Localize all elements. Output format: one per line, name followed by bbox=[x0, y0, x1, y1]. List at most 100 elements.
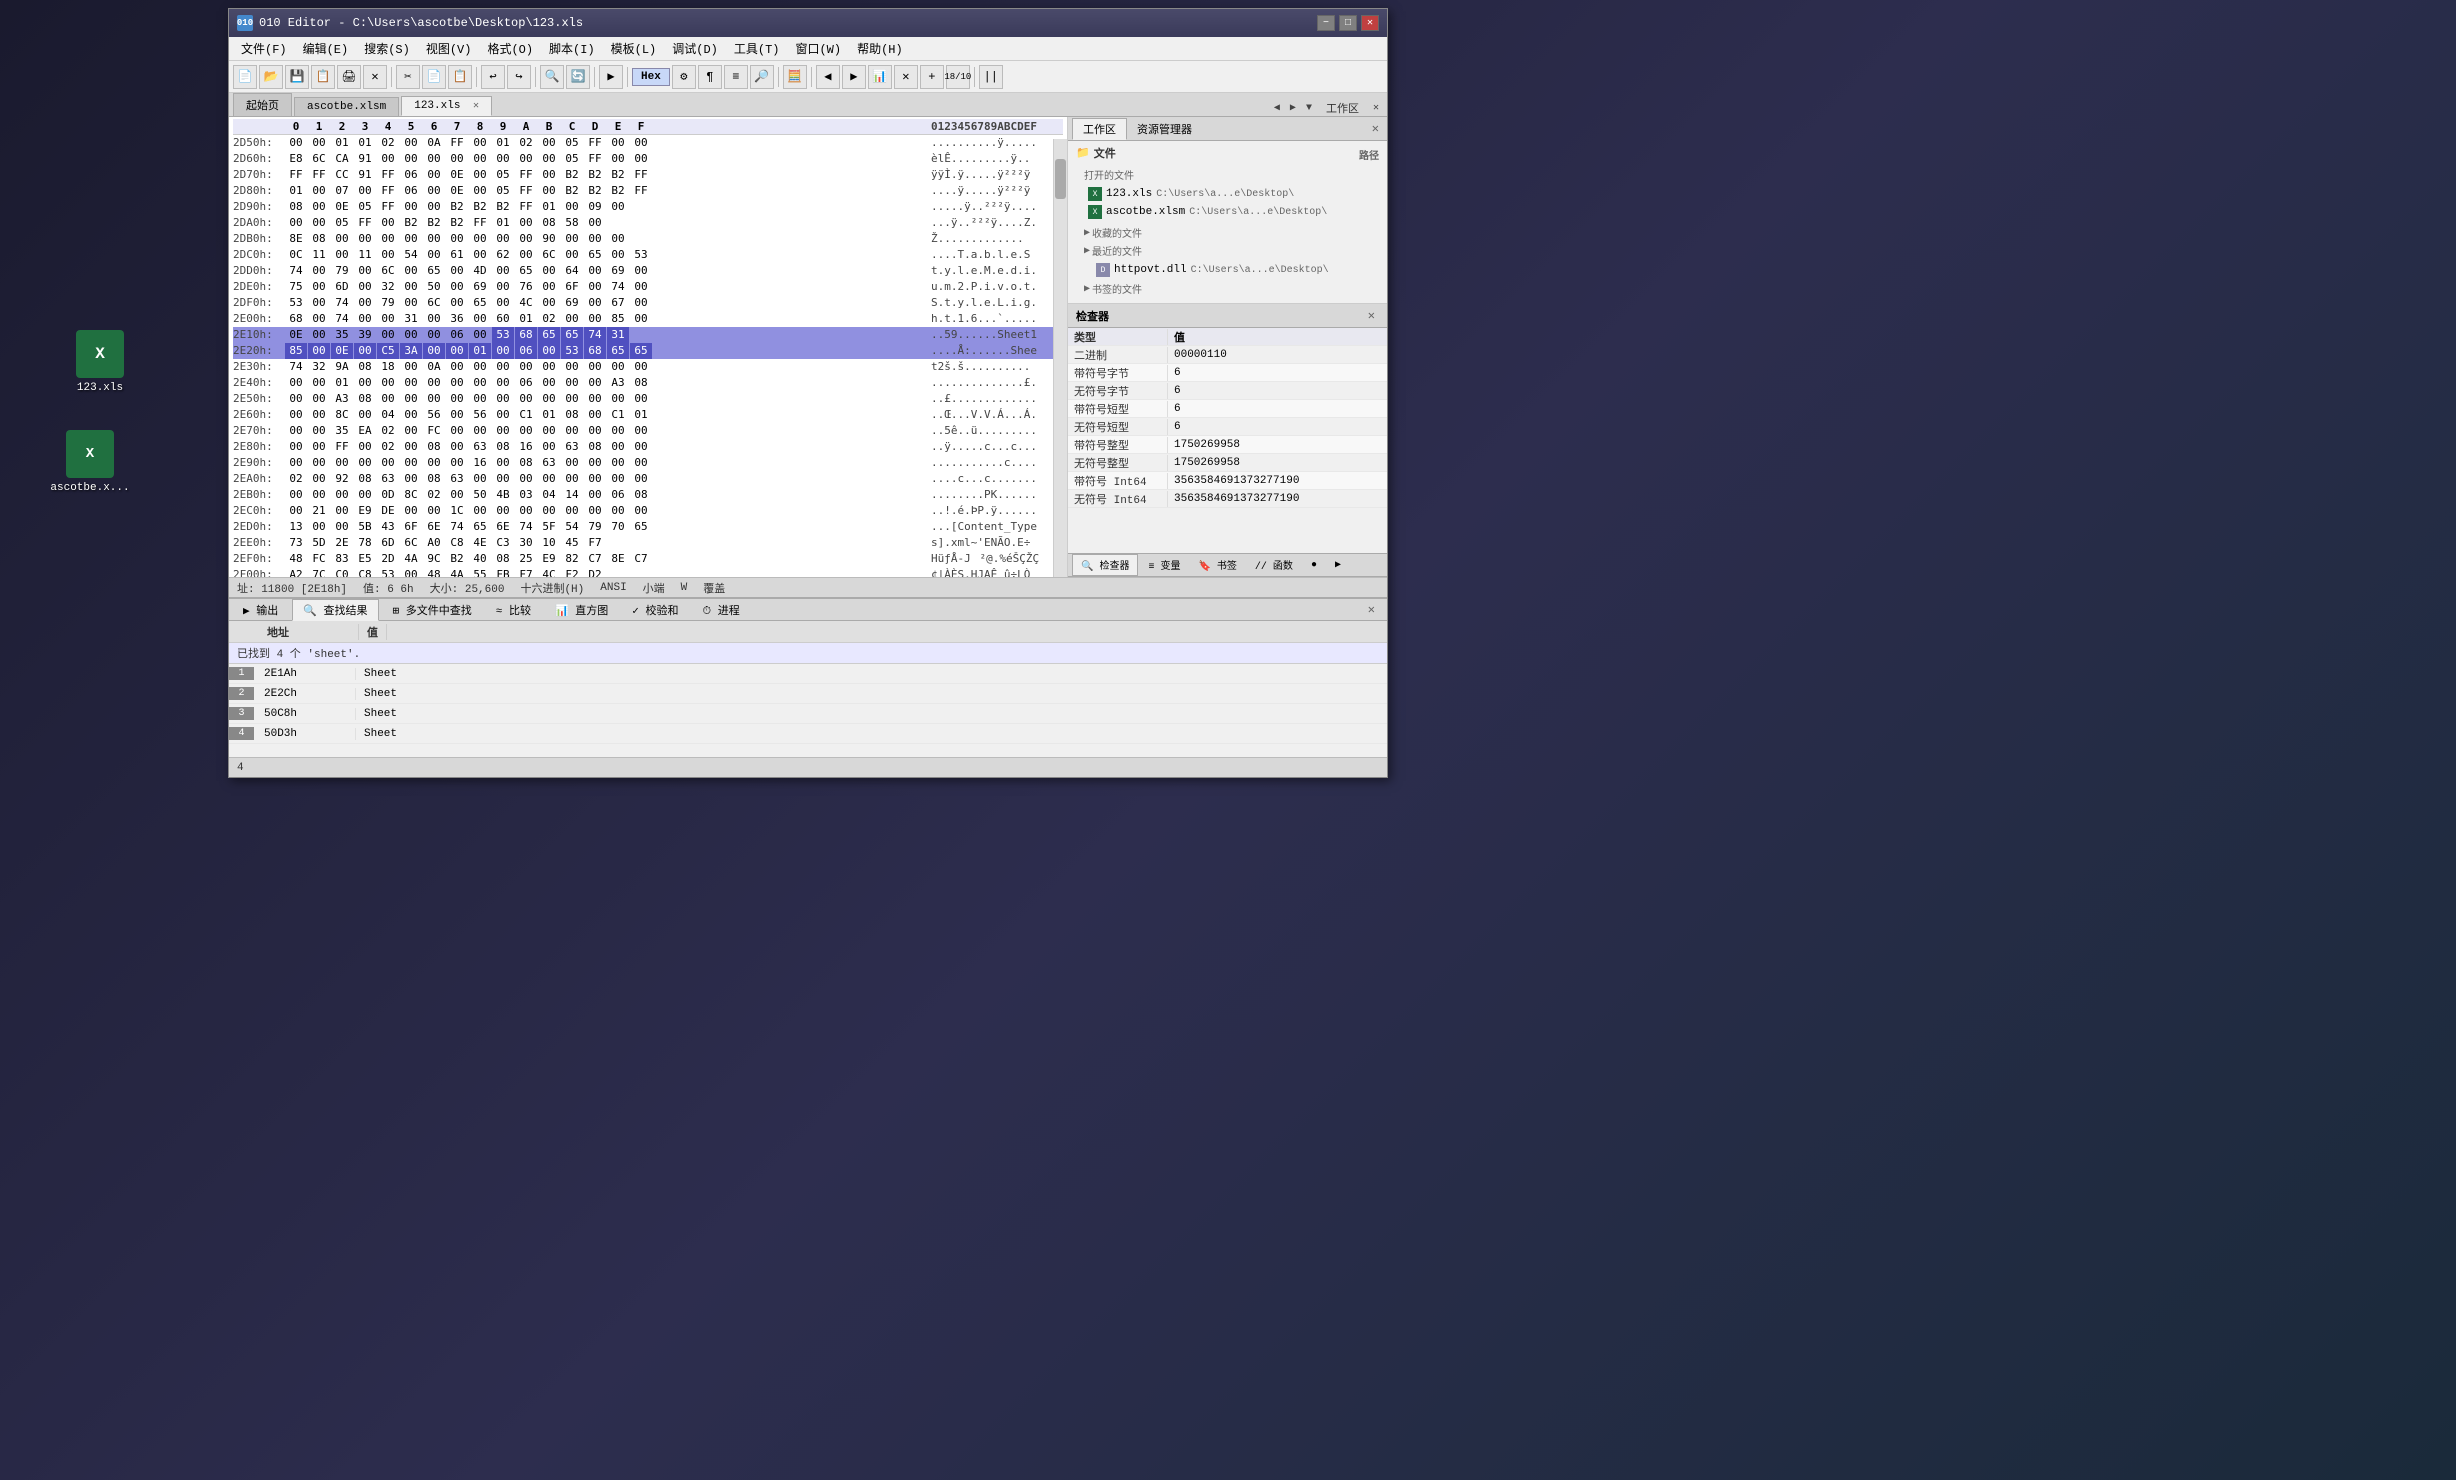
hex-content[interactable]: 0 1 2 3 4 5 6 7 8 9 A B C D E bbox=[229, 117, 1067, 577]
hex-cell-26-11[interactable]: E9 bbox=[538, 551, 560, 567]
hex-cell-9-15[interactable]: 00 bbox=[630, 279, 652, 295]
toolbar-paste[interactable]: 📋 bbox=[448, 65, 472, 89]
hex-cell-2-2[interactable]: CC bbox=[331, 167, 353, 183]
hex-cell-6-14[interactable]: 00 bbox=[607, 231, 629, 247]
hex-row-25[interactable]: 2EE0h:735D2E786D6CA0C84EC3301045F7s].xml… bbox=[233, 535, 1063, 551]
hex-cell-5-3[interactable]: FF bbox=[354, 215, 376, 231]
hex-cell-0-6[interactable]: 0A bbox=[423, 135, 445, 151]
hex-cell-24-6[interactable]: 6E bbox=[423, 519, 445, 535]
hex-cell-11-2[interactable]: 74 bbox=[331, 311, 353, 327]
hex-cell-10-7[interactable]: 00 bbox=[446, 295, 468, 311]
hex-cell-17-0[interactable]: 00 bbox=[285, 407, 307, 423]
hex-cell-22-7[interactable]: 00 bbox=[446, 487, 468, 503]
hex-cell-27-7[interactable]: 4A bbox=[446, 567, 468, 577]
hex-cell-12-11[interactable]: 65 bbox=[538, 327, 560, 343]
hex-cell-26-1[interactable]: FC bbox=[308, 551, 330, 567]
hex-cell-17-5[interactable]: 00 bbox=[400, 407, 422, 423]
hex-cell-16-5[interactable]: 00 bbox=[400, 391, 422, 407]
hex-cell-5-12[interactable]: 58 bbox=[561, 215, 583, 231]
hex-cell-22-9[interactable]: 4B bbox=[492, 487, 514, 503]
hex-cell-23-15[interactable]: 00 bbox=[630, 503, 652, 519]
hex-cell-19-14[interactable]: 00 bbox=[607, 439, 629, 455]
hex-cell-17-14[interactable]: C1 bbox=[607, 407, 629, 423]
bottom-panel-close[interactable]: ✕ bbox=[1360, 602, 1383, 617]
hex-cell-19-8[interactable]: 63 bbox=[469, 439, 491, 455]
hex-cell-3-12[interactable]: B2 bbox=[561, 183, 583, 199]
hex-cell-26-6[interactable]: 9C bbox=[423, 551, 445, 567]
hex-cell-8-7[interactable]: 00 bbox=[446, 263, 468, 279]
hex-cell-20-11[interactable]: 63 bbox=[538, 455, 560, 471]
hex-cell-9-4[interactable]: 32 bbox=[377, 279, 399, 295]
insp-tab-dot[interactable]: ● bbox=[1303, 558, 1325, 573]
hex-cell-7-14[interactable]: 00 bbox=[607, 247, 629, 263]
hex-cell-16-9[interactable]: 00 bbox=[492, 391, 514, 407]
hex-cell-17-12[interactable]: 08 bbox=[561, 407, 583, 423]
hex-cell-2-10[interactable]: FF bbox=[515, 167, 537, 183]
hex-cell-19-12[interactable]: 63 bbox=[561, 439, 583, 455]
hex-cell-3-9[interactable]: 05 bbox=[492, 183, 514, 199]
toolbar-saveas[interactable]: 📋 bbox=[311, 65, 335, 89]
hex-mode[interactable]: 十六进制(H) bbox=[520, 580, 584, 596]
hex-cell-17-11[interactable]: 01 bbox=[538, 407, 560, 423]
hex-cell-16-1[interactable]: 00 bbox=[308, 391, 330, 407]
hex-cell-21-12[interactable]: 00 bbox=[561, 471, 583, 487]
hex-row-14[interactable]: 2E30h:74329A0818000A000000000000000000t2… bbox=[233, 359, 1063, 375]
hex-cell-8-8[interactable]: 4D bbox=[469, 263, 491, 279]
hex-cell-1-8[interactable]: 00 bbox=[469, 151, 491, 167]
hex-cell-23-6[interactable]: 00 bbox=[423, 503, 445, 519]
hex-cell-19-15[interactable]: 00 bbox=[630, 439, 652, 455]
hex-cell-9-9[interactable]: 00 bbox=[492, 279, 514, 295]
hex-cell-21-2[interactable]: 92 bbox=[331, 471, 353, 487]
hex-cell-25-7[interactable]: C8 bbox=[446, 535, 468, 551]
hex-cell-14-2[interactable]: 9A bbox=[331, 359, 353, 375]
hex-cell-3-6[interactable]: 00 bbox=[423, 183, 445, 199]
coverage-mode[interactable]: 覆盖 bbox=[703, 580, 725, 596]
hex-cell-7-11[interactable]: 6C bbox=[538, 247, 560, 263]
hex-cell-12-3[interactable]: 39 bbox=[354, 327, 376, 343]
hex-cell-19-1[interactable]: 00 bbox=[308, 439, 330, 455]
hex-cell-10-3[interactable]: 00 bbox=[354, 295, 376, 311]
hex-cell-12-13[interactable]: 74 bbox=[584, 327, 606, 343]
hex-cell-9-13[interactable]: 00 bbox=[584, 279, 606, 295]
file-item-dll[interactable]: D httpovt.dll C:\Users\a...e\Desktop\ bbox=[1084, 261, 1379, 279]
hex-cell-14-11[interactable]: 00 bbox=[538, 359, 560, 375]
hex-cell-3-11[interactable]: 00 bbox=[538, 183, 560, 199]
hex-cell-22-8[interactable]: 50 bbox=[469, 487, 491, 503]
hex-cell-1-11[interactable]: 00 bbox=[538, 151, 560, 167]
hex-cell-24-7[interactable]: 74 bbox=[446, 519, 468, 535]
hex-cell-19-2[interactable]: FF bbox=[331, 439, 353, 455]
hex-cell-25-3[interactable]: 78 bbox=[354, 535, 376, 551]
hex-cell-11-9[interactable]: 60 bbox=[492, 311, 514, 327]
hex-cell-20-14[interactable]: 00 bbox=[607, 455, 629, 471]
hex-cell-1-3[interactable]: 91 bbox=[354, 151, 376, 167]
hex-cell-19-9[interactable]: 08 bbox=[492, 439, 514, 455]
hex-cell-6-10[interactable]: 00 bbox=[515, 231, 537, 247]
hex-cell-6-2[interactable]: 00 bbox=[331, 231, 353, 247]
hex-cell-1-12[interactable]: 05 bbox=[561, 151, 583, 167]
hex-row-22[interactable]: 2EB0h:000000000D8C0200504B030414000608..… bbox=[233, 487, 1063, 503]
hex-cell-24-3[interactable]: 5B bbox=[354, 519, 376, 535]
hex-cell-26-13[interactable]: C7 bbox=[584, 551, 606, 567]
hex-cell-12-8[interactable]: 00 bbox=[469, 327, 491, 343]
hex-cell-2-3[interactable]: 91 bbox=[354, 167, 376, 183]
hex-cell-16-4[interactable]: 00 bbox=[377, 391, 399, 407]
hex-cell-12-5[interactable]: 00 bbox=[400, 327, 422, 343]
hex-cell-18-12[interactable]: 00 bbox=[561, 423, 583, 439]
hex-cell-8-2[interactable]: 79 bbox=[331, 263, 353, 279]
hex-cell-23-7[interactable]: 1C bbox=[446, 503, 468, 519]
hex-cell-1-13[interactable]: FF bbox=[584, 151, 606, 167]
toolbar-b3[interactable]: ≡ bbox=[724, 65, 748, 89]
hex-cell-5-5[interactable]: B2 bbox=[400, 215, 422, 231]
hex-cell-22-5[interactable]: 8C bbox=[400, 487, 422, 503]
hex-cell-23-5[interactable]: 00 bbox=[400, 503, 422, 519]
hex-cell-27-4[interactable]: 53 bbox=[377, 567, 399, 577]
hex-cell-2-6[interactable]: 00 bbox=[423, 167, 445, 183]
hex-cell-24-14[interactable]: 70 bbox=[607, 519, 629, 535]
hex-cell-1-0[interactable]: E8 bbox=[285, 151, 307, 167]
hex-cell-4-9[interactable]: B2 bbox=[492, 199, 514, 215]
hex-cell-24-10[interactable]: 74 bbox=[515, 519, 537, 535]
hex-cell-9-14[interactable]: 74 bbox=[607, 279, 629, 295]
hex-cell-26-10[interactable]: 25 bbox=[515, 551, 537, 567]
hex-cell-14-0[interactable]: 74 bbox=[285, 359, 307, 375]
hex-cell-10-5[interactable]: 00 bbox=[400, 295, 422, 311]
